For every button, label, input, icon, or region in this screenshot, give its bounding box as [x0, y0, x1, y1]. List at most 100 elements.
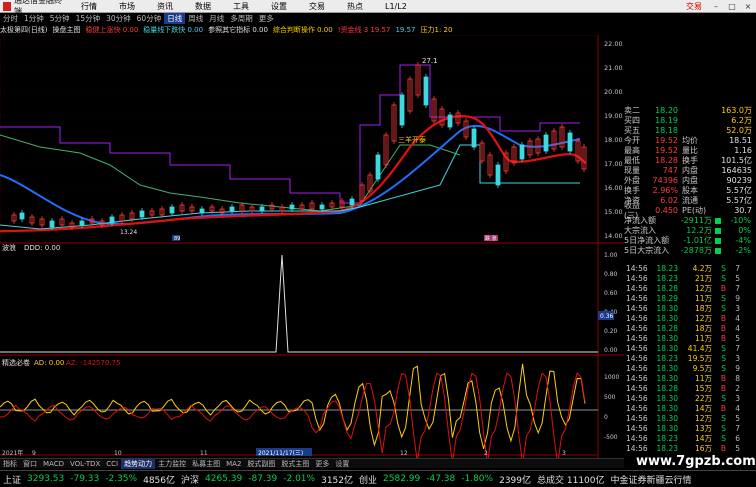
menu-item-hot[interactable]: 热点	[336, 1, 374, 12]
sub2-axis: 1000 500 0 -500	[604, 374, 619, 441]
indicator-tab[interactable]: CCI	[103, 460, 121, 468]
indicator-tab[interactable]: 窗口	[20, 459, 40, 469]
flow-pct: -4%	[735, 236, 751, 245]
quote-cell: 内盘	[682, 166, 698, 175]
tick-cell: 3	[735, 354, 740, 363]
indicator-tab[interactable]: 主力监控	[155, 459, 189, 469]
period-weekly[interactable]: 周线	[185, 13, 206, 24]
price-axis: 22.00 21.00 20.00 19.00 18.00 17.00 16.00 15.00…	[604, 40, 623, 240]
tick-cell: 12万	[694, 414, 712, 423]
index-status-item: 创业	[359, 475, 378, 486]
info-item: 综合判断操作 0.00	[272, 25, 333, 34]
indicator-tab[interactable]: 脱式主图	[278, 459, 312, 469]
minimize-icon[interactable]: –	[708, 2, 724, 11]
price-tick-label: 20.00	[604, 88, 623, 96]
quote-cell: 18.28	[655, 156, 678, 165]
indicator-tab[interactable]: 私募主图	[189, 459, 223, 469]
period-daily[interactable]: 日线	[164, 13, 186, 24]
quote-cell: 1.16	[734, 146, 752, 155]
quote-cell: 今开	[624, 136, 640, 145]
sub1-marker-value: 0.36	[600, 313, 614, 320]
index-status-item: -2.01%	[283, 474, 316, 484]
period-multi[interactable]: 多周期	[227, 13, 256, 24]
period-intraday[interactable]: 分时	[0, 13, 21, 24]
news-ticker[interactable]: 中金证券新疆云行情	[608, 473, 695, 486]
quote-cell: 2.96%	[652, 186, 678, 195]
menu-item-data[interactable]: 数据	[184, 1, 222, 12]
menu-item-trade[interactable]: 交易	[298, 1, 336, 12]
tick-row: 14:56 18.30 14万 B 4	[626, 404, 756, 414]
tick-cell: S	[721, 354, 726, 363]
maximize-icon[interactable]: □	[724, 2, 740, 11]
period-60min[interactable]: 60分钟	[134, 13, 165, 24]
period-monthly[interactable]: 月线	[206, 13, 227, 24]
sub1-tick-label: 0.60	[604, 290, 618, 297]
tick-cell: 11万	[694, 294, 712, 303]
tick-cell: 4.2万	[692, 264, 712, 273]
price-tick-label: 21.00	[604, 64, 623, 72]
tick-list[interactable]: 14:56 18.23 4.2万 S 7 14:56 18.23 21万 S 5 14:56 18.2…	[626, 264, 756, 454]
quote-row: 换手 2.96% 股本 5.57亿	[624, 186, 756, 196]
menu-item-market[interactable]: 行情	[70, 1, 108, 12]
price-tick-label: 19.00	[604, 112, 623, 120]
tick-cell: 5	[735, 414, 740, 423]
sub2-title: 精选必卷	[2, 358, 30, 367]
quote-cell: 18.51	[729, 136, 752, 145]
stock-chart[interactable]: 22.0021.0020.0019.0018.0017.0016.0015.00…	[0, 35, 624, 458]
period-30min[interactable]: 30分钟	[103, 13, 134, 24]
menu-item-tools[interactable]: 工具	[222, 1, 260, 12]
quote-cell: 163.0万	[721, 106, 752, 115]
indicator-tab[interactable]: 趋势动力	[121, 458, 156, 469]
menu-item-level[interactable]: L1/L2	[374, 2, 418, 11]
flow-label: 大宗流入	[624, 226, 656, 235]
period-15min[interactable]: 15分钟	[73, 13, 104, 24]
index-status-item: 2582.99	[383, 474, 421, 484]
quote-cell: 内盘	[682, 176, 698, 185]
tick-cell: B	[720, 404, 726, 413]
tick-cell: 22万	[694, 394, 712, 403]
quote-row: 买五 18.18 52.0万	[624, 126, 756, 136]
tick-cell: S	[721, 264, 726, 273]
indicator-tab[interactable]: VOL-TDX	[67, 460, 103, 468]
quote-cell: 52.0万	[726, 126, 752, 135]
candle-body	[319, 204, 325, 210]
quote-cell: 换手	[624, 186, 640, 195]
sub1-spike-line	[0, 254, 598, 353]
tick-cell: 5	[735, 274, 740, 283]
candle-body	[349, 198, 355, 206]
indicator-tab[interactable]: 更多	[312, 459, 332, 469]
tick-cell: 3	[735, 304, 740, 313]
tick-row: 14:56 18.28 12万 B 7	[626, 284, 756, 294]
candle-body	[199, 208, 205, 214]
tick-cell: 11万	[694, 334, 712, 343]
indicator-tab[interactable]: MA2	[223, 460, 244, 468]
sub2-tick-label: 1000	[604, 374, 619, 381]
close-icon[interactable]: ×	[740, 2, 756, 11]
candle-body	[79, 220, 85, 226]
menu-item-exchange[interactable]: 市场	[108, 1, 146, 12]
menu-item-news[interactable]: 资讯	[146, 1, 184, 12]
indicator-tab[interactable]: MACD	[40, 460, 67, 468]
period-1min[interactable]: 1分钟	[21, 13, 47, 24]
indicator-tab[interactable]: 脱式副图	[244, 459, 278, 469]
indicator-tab[interactable]: 指标	[0, 459, 20, 469]
flow-pct: -2%	[735, 246, 751, 255]
sub1-tick-label: 0.80	[604, 271, 618, 278]
period-bar: 分时 1分钟 5分钟 15分钟 30分钟 60分钟 日线 周线 月线 多周期 更…	[0, 13, 756, 24]
menu-item-settings[interactable]: 设置	[260, 1, 298, 12]
period-more[interactable]: 更多	[256, 13, 277, 24]
tick-cell: 18.23	[656, 264, 678, 273]
indicator-tab[interactable]: 设置	[332, 459, 352, 469]
quote-cell: 流通	[682, 196, 698, 205]
tick-cell: 18.23	[656, 444, 678, 453]
price-tick-label: 15.00	[604, 208, 623, 216]
index-status-item: 沪深	[181, 475, 200, 486]
index-status-item: 2399亿	[499, 475, 531, 486]
period-5min[interactable]: 5分钟	[47, 13, 73, 24]
tick-cell: 18.30	[656, 374, 678, 383]
tick-cell: 14:56	[626, 394, 648, 403]
quote-row: 现量 747 内盘 164635	[624, 166, 756, 176]
trade-button[interactable]: 交易	[680, 1, 708, 12]
index-status-item: 上证	[3, 475, 22, 486]
tick-row: 14:56 18.30 12万 B 4	[626, 314, 756, 324]
